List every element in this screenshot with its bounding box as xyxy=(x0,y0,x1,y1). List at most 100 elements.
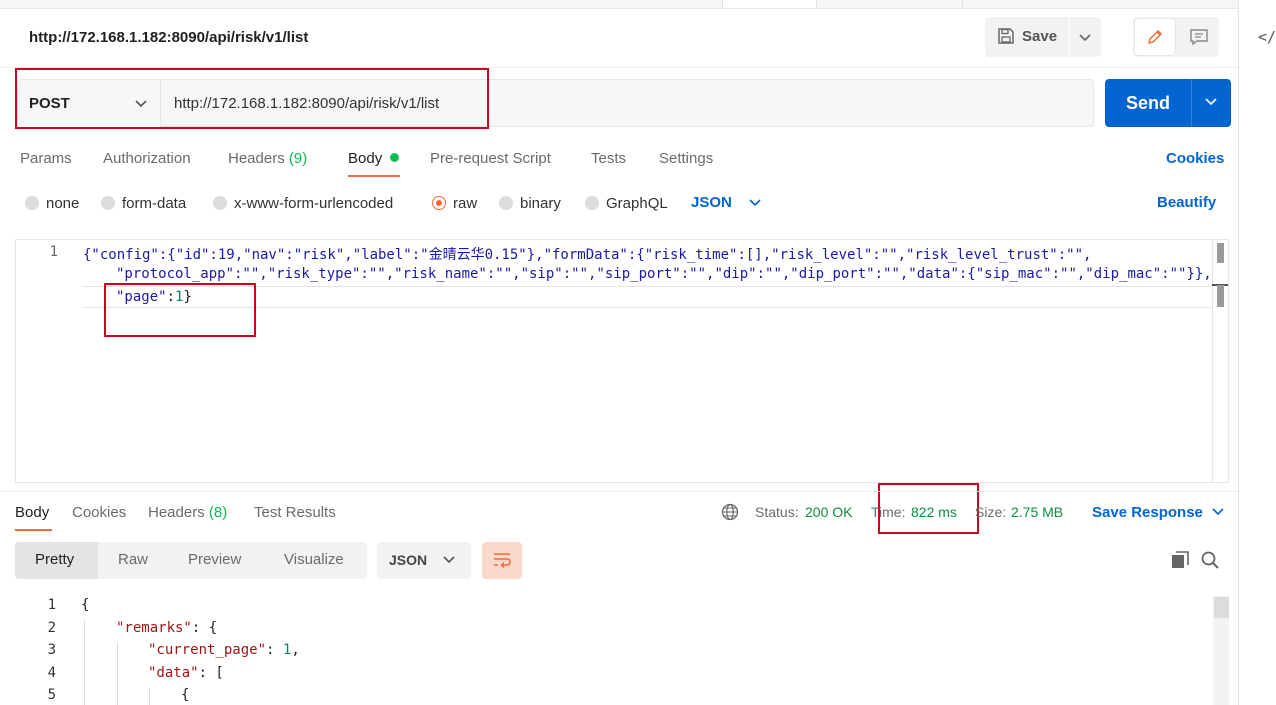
radio-graphql[interactable] xyxy=(585,196,599,210)
chevron-down-icon xyxy=(443,556,455,564)
time-value[interactable]: 822 ms xyxy=(911,504,957,520)
radio-binary-label[interactable]: binary xyxy=(520,195,561,212)
response-language-label: JSON xyxy=(389,552,428,568)
radio-raw-label[interactable]: raw xyxy=(453,195,477,212)
response-line-number: 2 xyxy=(47,620,56,636)
json-key: "remarks" xyxy=(116,620,192,636)
response-headers-count: (8) xyxy=(208,504,228,521)
response-tab-cookies[interactable]: Cookies xyxy=(72,504,126,521)
size-value[interactable]: 2.75 MB xyxy=(1011,504,1063,520)
response-divider xyxy=(0,491,1238,492)
view-preview[interactable]: Preview xyxy=(188,551,241,568)
view-visualize[interactable]: Visualize xyxy=(284,551,344,568)
code-line-2[interactable]: "protocol_app":"","risk_type":"","risk_n… xyxy=(116,266,1212,282)
body-modified-indicator xyxy=(390,153,399,162)
globe-icon[interactable] xyxy=(721,503,739,521)
editor-scroll-thumb[interactable] xyxy=(1217,243,1224,263)
response-line-number: 3 xyxy=(47,642,56,658)
wrap-lines-button[interactable] xyxy=(482,542,522,579)
pencil-icon xyxy=(1147,29,1163,45)
radio-none[interactable] xyxy=(25,196,39,210)
send-button[interactable]: Send xyxy=(1105,79,1191,127)
response-line-number: 4 xyxy=(47,665,56,681)
radio-raw[interactable] xyxy=(432,196,446,210)
copy-icon[interactable] xyxy=(1170,550,1190,570)
tab-authorization[interactable]: Authorization xyxy=(103,150,191,167)
editor-scrollbar[interactable] xyxy=(1212,240,1229,482)
save-button[interactable]: Save xyxy=(985,17,1069,57)
response-tab-headers-label: Headers xyxy=(148,504,205,521)
tab-strip xyxy=(0,0,1238,9)
save-response-button[interactable]: Save Response xyxy=(1092,504,1203,521)
save-icon xyxy=(998,28,1014,44)
save-options-button[interactable] xyxy=(1070,17,1101,57)
tab-body[interactable]: Body xyxy=(348,150,382,167)
tab-separator xyxy=(962,0,963,8)
response-line-number: 5 xyxy=(47,687,56,703)
response-code-line[interactable]: { xyxy=(181,687,189,703)
tab-headers-label: Headers xyxy=(228,150,285,167)
code-line-1[interactable]: {"config":{"id":19,"nav":"risk","label":… xyxy=(83,244,1091,264)
line-number: 1 xyxy=(49,244,58,260)
response-code-line[interactable]: "remarks": { xyxy=(116,620,217,636)
response-tab-test-results[interactable]: Test Results xyxy=(254,504,336,521)
chevron-down-icon xyxy=(1079,34,1091,42)
active-tab-underline xyxy=(348,175,400,177)
tab-prerequest-script[interactable]: Pre-request Script xyxy=(430,150,551,167)
json-punct: : { xyxy=(191,620,218,636)
code-snippet-icon[interactable]: </> xyxy=(1258,28,1276,46)
response-code-line[interactable]: "current_page": 1, xyxy=(148,642,300,658)
view-raw[interactable]: Raw xyxy=(118,551,148,568)
editor-scroll-thumb-secondary[interactable] xyxy=(1217,285,1224,307)
chevron-down-icon xyxy=(1205,98,1217,106)
json-key: "data" xyxy=(148,665,199,681)
tab-settings[interactable]: Settings xyxy=(659,150,713,167)
response-tab-headers[interactable]: Headers (8) xyxy=(148,504,227,521)
radio-binary[interactable] xyxy=(499,196,513,210)
radio-form-data[interactable] xyxy=(101,196,115,210)
save-label: Save xyxy=(1022,28,1058,45)
response-code-line[interactable]: { xyxy=(81,597,89,613)
json-punct: , xyxy=(291,642,300,658)
wrap-icon xyxy=(494,553,511,569)
json-punct: : xyxy=(266,642,283,658)
search-icon[interactable] xyxy=(1200,550,1220,570)
chevron-down-icon[interactable] xyxy=(1212,508,1224,516)
json-key: "current_page" xyxy=(148,642,267,658)
response-tab-body[interactable]: Body xyxy=(15,504,49,521)
highlight-box-page xyxy=(104,283,256,337)
body-language-select[interactable]: JSON xyxy=(691,194,732,211)
active-request-tab[interactable] xyxy=(722,0,817,8)
comments-button[interactable] xyxy=(1180,19,1218,55)
beautify-link[interactable]: Beautify xyxy=(1157,194,1216,211)
comment-icon xyxy=(1190,29,1208,46)
tab-tests[interactable]: Tests xyxy=(591,150,626,167)
status-value[interactable]: 200 OK xyxy=(805,504,852,520)
tab-headers[interactable]: Headers (9) xyxy=(228,150,307,167)
right-sidebar-divider xyxy=(1238,0,1239,705)
tab-params[interactable]: Params xyxy=(20,150,72,167)
time-label: Time: xyxy=(871,504,906,520)
highlight-box-url xyxy=(15,68,489,129)
indent-guide xyxy=(84,620,85,705)
status-label: Status: xyxy=(755,504,799,520)
view-pretty[interactable]: Pretty xyxy=(35,551,74,568)
radio-form-data-label[interactable]: form-data xyxy=(122,195,186,212)
radio-none-label[interactable]: none xyxy=(46,195,79,212)
headers-count: (9) xyxy=(288,150,308,167)
active-tab-underline xyxy=(15,529,52,531)
radio-urlencoded-label[interactable]: x-www-form-urlencoded xyxy=(234,195,393,212)
radio-graphql-label[interactable]: GraphQL xyxy=(606,195,668,212)
response-line-number: 1 xyxy=(47,597,56,613)
response-language-select[interactable]: JSON xyxy=(377,542,471,579)
request-title[interactable]: http://172.168.1.182:8090/api/risk/v1/li… xyxy=(29,29,308,46)
indent-guide xyxy=(149,687,150,705)
json-punct: : [ xyxy=(198,665,224,681)
response-code-line[interactable]: "data": [ xyxy=(148,665,224,681)
edit-mode-button[interactable] xyxy=(1135,19,1175,55)
send-options-button[interactable] xyxy=(1191,79,1231,127)
chevron-down-icon[interactable] xyxy=(749,199,761,207)
response-scroll-thumb[interactable] xyxy=(1214,597,1229,618)
radio-urlencoded[interactable] xyxy=(213,196,227,210)
cookies-link[interactable]: Cookies xyxy=(1166,150,1224,167)
